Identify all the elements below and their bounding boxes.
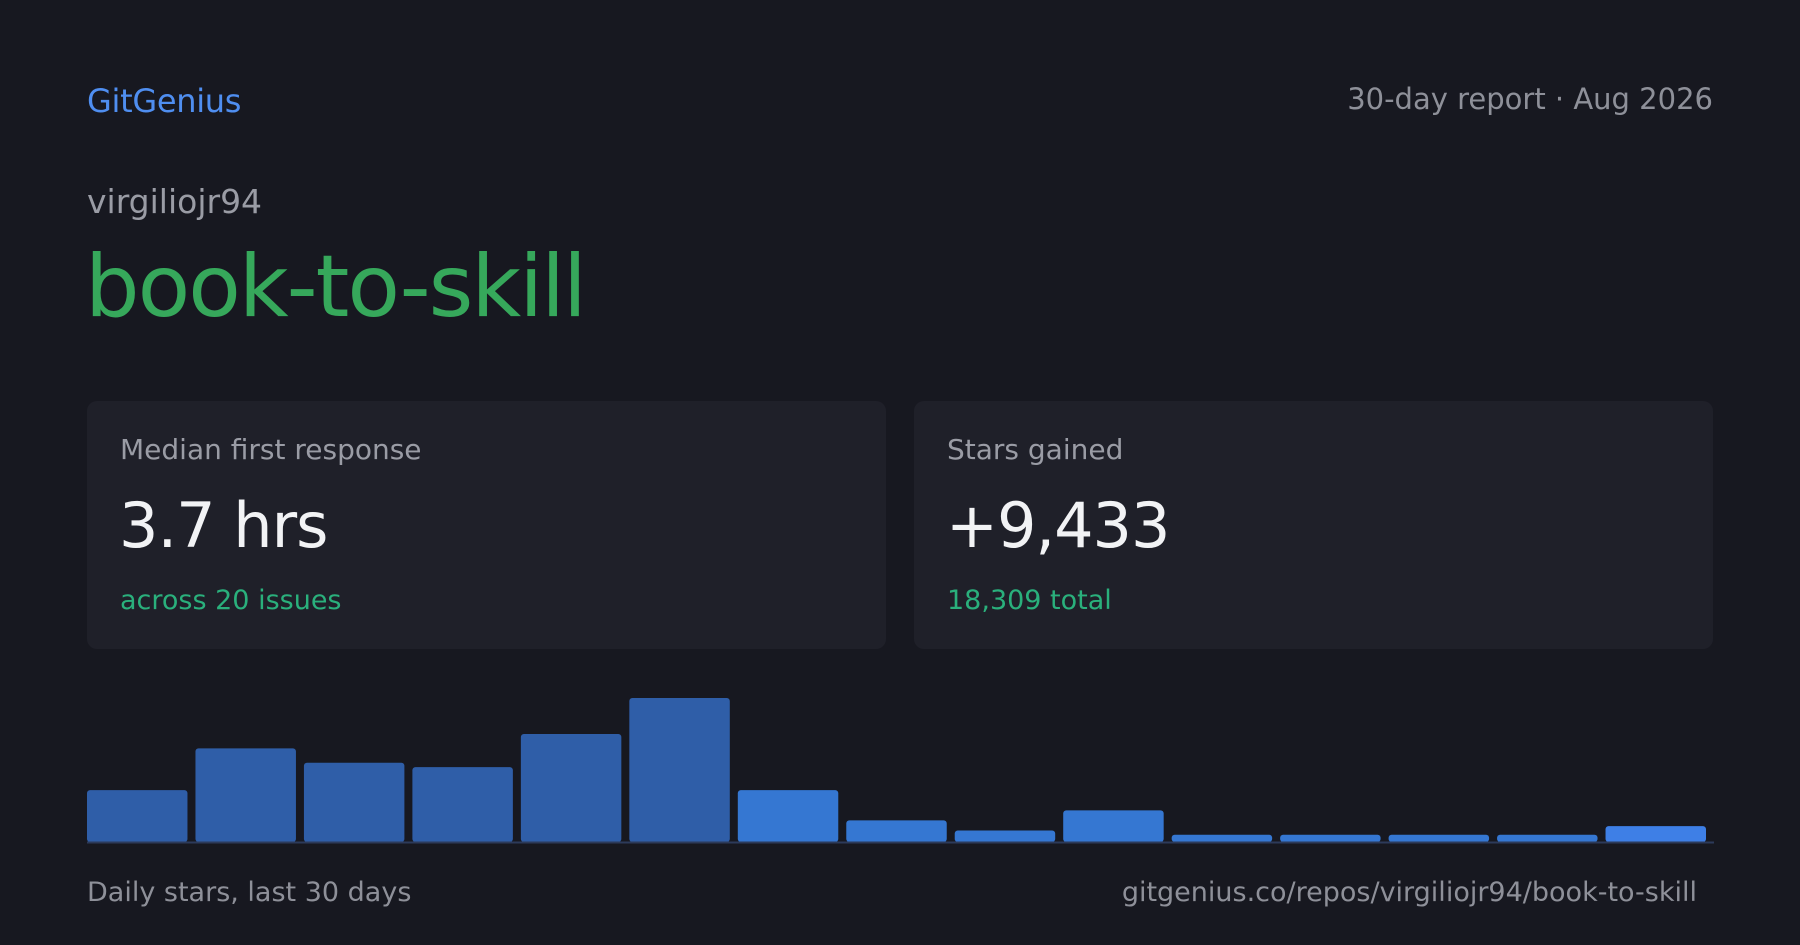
stars-gained-card: Stars gained +9,433 18,309 total: [914, 401, 1713, 649]
chart-bar-14: [1497, 834, 1598, 842]
chart-bar-7: [737, 790, 839, 842]
repo-name[interactable]: book-to-skill: [85, 240, 587, 335]
repo-url[interactable]: gitgenius.co/repos/virgiliojr94/book-to-…: [1122, 877, 1697, 908]
chart-bar-12: [1280, 834, 1381, 842]
chart-bar-11: [1171, 834, 1273, 842]
chart-bar-8: [846, 820, 947, 842]
median-response-value: 3.7 hrs: [119, 489, 328, 562]
chart-bar-6: [629, 698, 730, 842]
report-card: GitGenius 30-day report · Aug 2026 virgi…: [0, 0, 1800, 945]
chart-bar-10: [1063, 810, 1164, 842]
median-response-card: Median first response 3.7 hrs across 20 …: [87, 401, 886, 649]
daily-stars-chart: [87, 680, 1714, 844]
repo-owner[interactable]: virgiliojr94: [87, 182, 262, 221]
report-period: 30-day report · Aug 2026: [1347, 82, 1713, 116]
stars-gained-value: +9,433: [946, 489, 1170, 562]
daily-stars-svg: [87, 698, 1714, 844]
chart-caption: Daily stars, last 30 days: [87, 877, 412, 908]
stars-total: 18,309 total: [947, 585, 1112, 616]
brand-logo[interactable]: GitGenius: [87, 82, 241, 120]
chart-bar-1: [87, 790, 188, 842]
chart-bar-4: [412, 767, 513, 842]
chart-bar-2: [195, 748, 296, 842]
chart-bar-13: [1388, 834, 1490, 842]
chart-bar-9: [954, 830, 1056, 842]
median-response-label: Median first response: [120, 433, 422, 466]
chart-bar-15: [1605, 826, 1706, 842]
chart-bar-3: [303, 762, 405, 842]
chart-bar-5: [520, 734, 622, 842]
median-response-sub: across 20 issues: [120, 585, 342, 616]
stars-gained-label: Stars gained: [947, 433, 1124, 466]
